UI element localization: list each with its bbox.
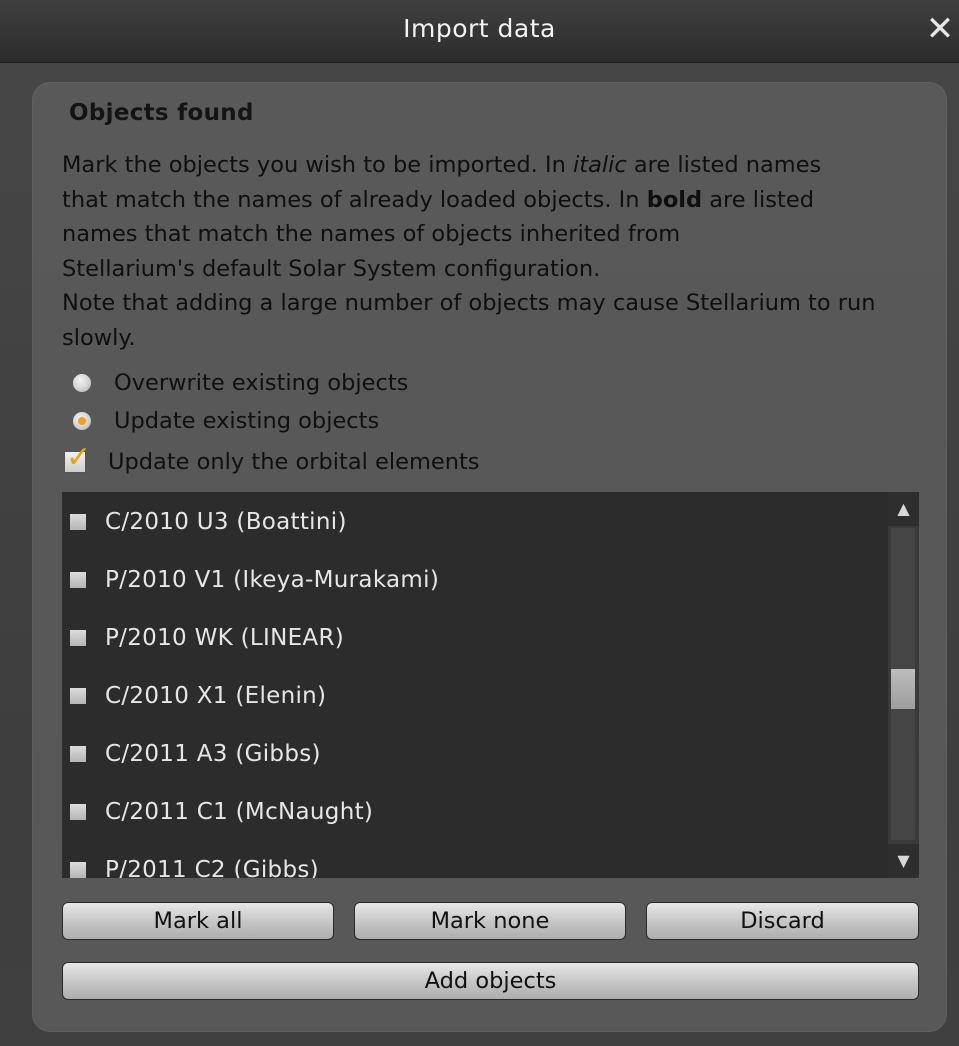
item-checkbox[interactable] xyxy=(70,514,86,530)
scroll-track[interactable] xyxy=(891,528,915,840)
list-item[interactable]: C/2010 U3 (Boattini) xyxy=(62,502,347,542)
objects-list[interactable]: C/2010 U3 (Boattini) P/2010 V1 (Ikeya-Mur… xyxy=(62,492,919,878)
item-checkbox[interactable] xyxy=(70,688,86,704)
item-checkbox[interactable] xyxy=(70,572,86,588)
check-mark-icon: ✓ xyxy=(66,440,92,475)
description-note: Note that adding a large number of objec… xyxy=(62,290,876,351)
item-label: P/2011 C2 (Gibbs) xyxy=(105,857,319,878)
description-text: Mark the objects you wish to be imported… xyxy=(62,148,934,355)
overwrite-option[interactable]: Overwrite existing objects xyxy=(72,370,408,396)
close-icon[interactable]: ✕ xyxy=(923,12,957,46)
list-item[interactable]: P/2011 C2 (Gibbs) xyxy=(62,850,319,878)
section-title: Objects found xyxy=(69,100,254,126)
item-checkbox[interactable] xyxy=(70,804,86,820)
orbital-only-checkbox[interactable]: ✓ xyxy=(64,440,91,475)
overwrite-label: Overwrite existing objects xyxy=(114,370,409,396)
description-line-4: Stellarium's default Solar System config… xyxy=(62,255,601,282)
scroll-down-icon[interactable]: ▼ xyxy=(888,844,919,878)
description-line-2: that match the names of already loaded o… xyxy=(62,186,814,213)
list-item[interactable]: P/2010 V1 (Ikeya-Murakami) xyxy=(62,560,439,600)
scroll-thumb[interactable] xyxy=(891,669,915,709)
item-checkbox[interactable] xyxy=(70,862,86,878)
window-title: Import data xyxy=(403,14,556,43)
scroll-up-icon[interactable]: ▲ xyxy=(888,492,919,526)
update-option[interactable]: Update existing objects xyxy=(72,408,379,434)
discard-button[interactable]: Discard xyxy=(646,902,919,940)
item-label: C/2010 X1 (Elenin) xyxy=(105,683,327,709)
item-label: C/2010 U3 (Boattini) xyxy=(105,509,347,535)
item-checkbox[interactable] xyxy=(70,630,86,646)
orbital-only-option[interactable]: ✓ Update only the orbital elements xyxy=(64,440,480,475)
list-scrollbar[interactable]: ▲ ▼ xyxy=(888,492,919,878)
item-label: C/2011 A3 (Gibbs) xyxy=(105,741,321,767)
overwrite-radio[interactable] xyxy=(72,373,92,393)
description-line-1: Mark the objects you wish to be imported… xyxy=(62,152,822,178)
add-objects-button[interactable]: Add objects xyxy=(62,962,919,1000)
import-data-window: Import data ✕ Objects found Mark the obj… xyxy=(0,0,959,1046)
list-item[interactable]: C/2010 X1 (Elenin) xyxy=(62,676,326,716)
item-label: C/2011 C1 (McNaught) xyxy=(105,799,374,825)
item-checkbox[interactable] xyxy=(70,746,86,762)
description-line-3: names that match the names of objects in… xyxy=(62,221,681,247)
title-bar[interactable]: Import data ✕ xyxy=(0,0,959,63)
mark-all-button[interactable]: Mark all xyxy=(62,902,334,940)
list-item[interactable]: C/2011 A3 (Gibbs) xyxy=(62,734,321,774)
update-radio[interactable] xyxy=(72,411,92,431)
item-label: P/2010 V1 (Ikeya-Murakami) xyxy=(105,567,440,593)
list-item[interactable]: P/2010 WK (LINEAR) xyxy=(62,618,344,658)
list-item[interactable]: C/2011 C1 (McNaught) xyxy=(62,792,373,832)
orbital-only-label: Update only the orbital elements xyxy=(108,449,480,475)
item-label: P/2010 WK (LINEAR) xyxy=(105,625,344,651)
update-label: Update existing objects xyxy=(114,408,380,434)
mark-none-button[interactable]: Mark none xyxy=(354,902,626,940)
